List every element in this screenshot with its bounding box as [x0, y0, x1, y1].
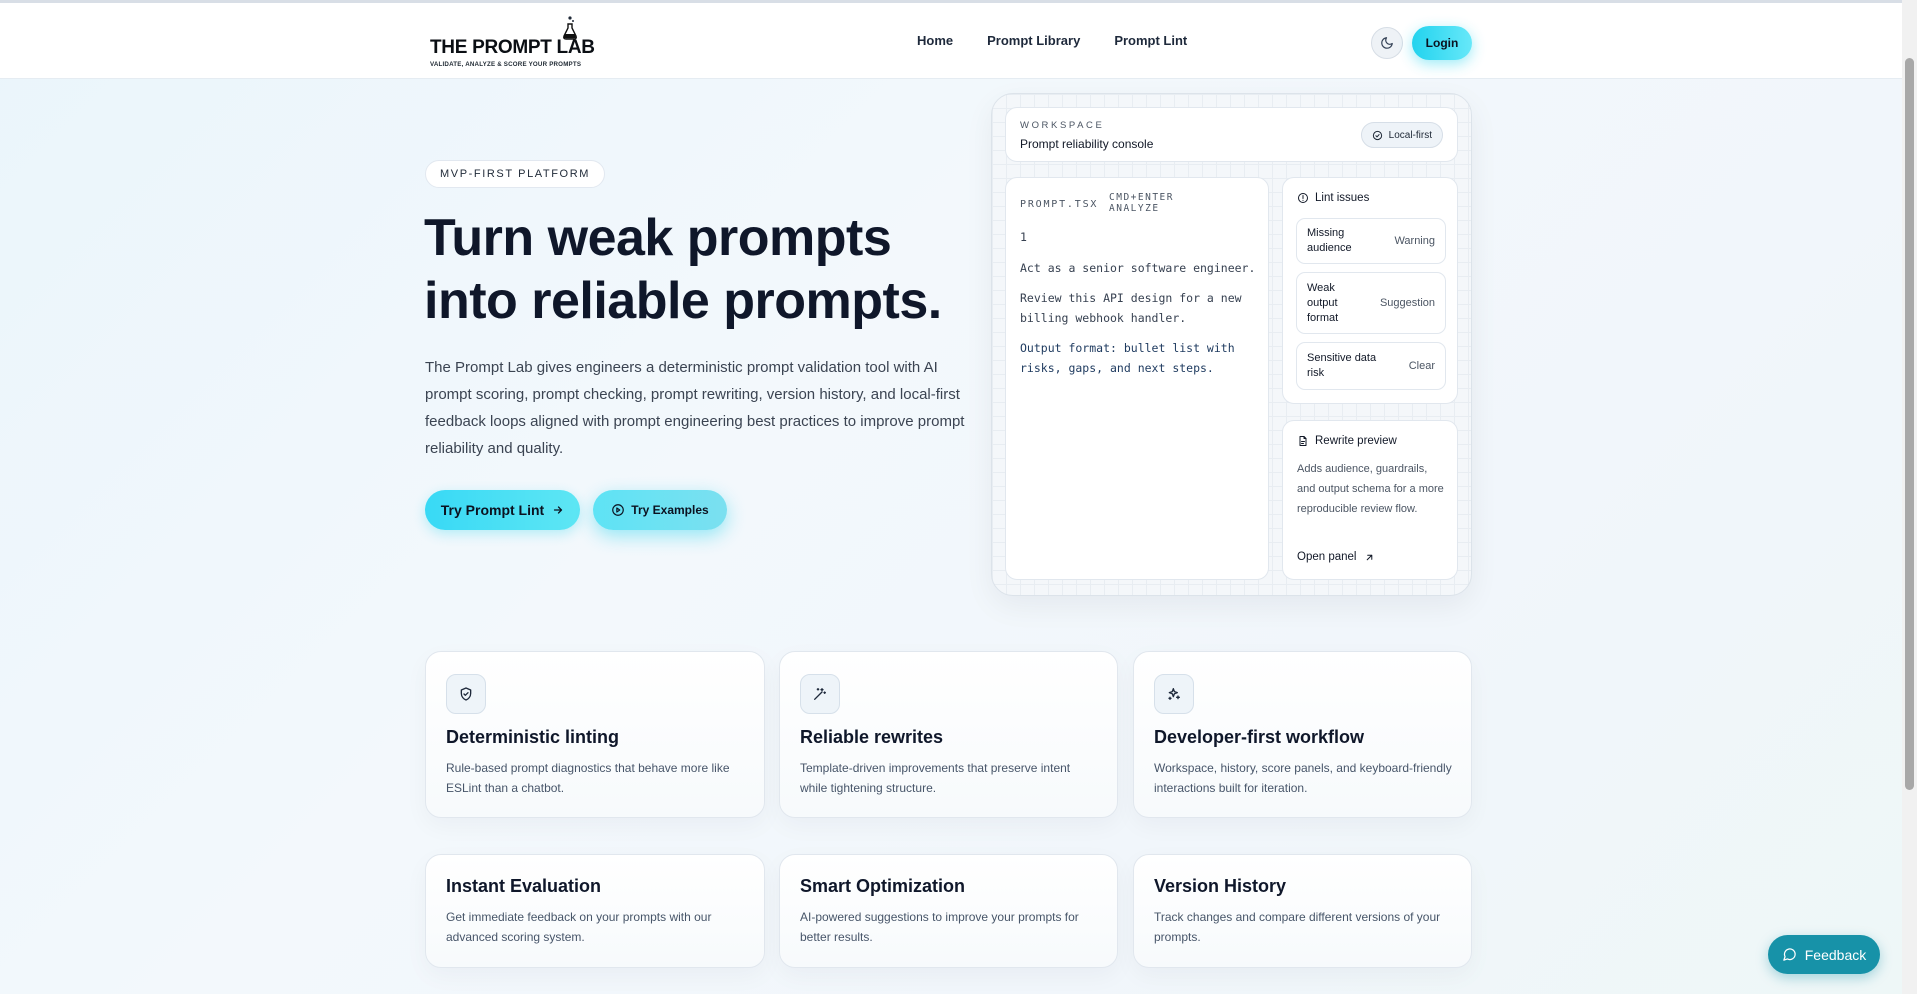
feature-card: Reliable rewrites Template-driven improv… — [779, 651, 1118, 818]
feature-description: Get immediate feedback on your prompts w… — [446, 910, 712, 944]
lint-issue-item[interactable]: Weak output format Suggestion — [1296, 272, 1446, 334]
workspace-panel: WORKSPACE Prompt reliability console Loc… — [1005, 107, 1458, 162]
editor-shortcut-hint: CMD+ENTER ANALYZE — [1109, 192, 1174, 214]
feature-description: Workspace, history, score panels, and ke… — [1154, 761, 1452, 795]
arrow-up-right-icon — [1367, 554, 1373, 560]
logo-subtitle: VALIDATE, ANALYZE & SCORE YOUR PROMPTS — [430, 61, 582, 68]
check-circle-icon — [1372, 130, 1382, 140]
editor-line-number: 1 — [1020, 230, 1027, 244]
editor-line: Review this API design for a new billing… — [1020, 291, 1242, 325]
main-nav: Home Prompt Library Prompt Lint — [917, 33, 1187, 48]
hero-title: Turn weak prompts into reliable prompts. — [424, 209, 942, 330]
feedback-button[interactable]: Feedback — [1768, 935, 1880, 974]
rewrite-preview-panel: Rewrite preview Adds audience, guardrail… — [1282, 420, 1458, 580]
editor-line: Output format: bullet list with risks, g… — [1020, 341, 1235, 375]
feature-description: Track changes and compare different vers… — [1154, 910, 1441, 944]
try-examples-button[interactable]: Try Examples — [593, 490, 727, 530]
open-panel-label: Open panel — [1297, 551, 1357, 563]
feedback-label: Feedback — [1804, 946, 1867, 963]
scrollbar-thumb[interactable] — [1905, 58, 1914, 790]
editor-line: Act as a senior software engineer. — [1020, 261, 1256, 275]
hero-description: The Prompt Lab gives engineers a determi… — [425, 359, 965, 457]
lint-issue-severity: Clear — [1408, 360, 1435, 372]
lint-issue-name: Weak output format — [1307, 281, 1339, 324]
feature-description: Rule-based prompt diagnostics that behav… — [446, 761, 730, 795]
workspace-title: Prompt reliability console — [1020, 137, 1154, 151]
nav-home[interactable]: Home — [917, 33, 953, 48]
lint-issue-severity: Suggestion — [1379, 297, 1435, 309]
feature-description: Template-driven improvements that preser… — [800, 761, 1071, 795]
logo-title: THE PROMPT LAB — [430, 37, 595, 58]
rewrite-preview-body: Adds audience, guardrails, and output sc… — [1297, 463, 1444, 515]
editor-content[interactable]: Act as a senior software engineer. Revie… — [1020, 258, 1260, 388]
feature-card: Smart Optimization AI-powered suggestion… — [779, 854, 1118, 968]
feature-description: AI-powered suggestions to improve your p… — [800, 910, 1079, 944]
nav-prompt-lint[interactable]: Prompt Lint — [1114, 33, 1187, 48]
play-circle-icon — [612, 504, 625, 516]
hero-badge: MVP-FIRST PLATFORM — [425, 160, 606, 188]
login-button[interactable]: Login — [1412, 26, 1472, 60]
feature-title: Smart Optimization — [800, 876, 966, 896]
feature-title: Deterministic linting — [446, 727, 620, 747]
prompt-console-preview: WORKSPACE Prompt reliability console Loc… — [991, 93, 1472, 596]
nav-prompt-library[interactable]: Prompt Library — [987, 33, 1080, 48]
lint-issue-name: Missing audience — [1307, 227, 1352, 254]
open-panel-link[interactable]: Open panel — [1297, 551, 1375, 563]
try-examples-label: Try Examples — [631, 503, 709, 517]
prompt-editor[interactable]: PROMPT.TSX CMD+ENTER ANALYZE 1 Act as a … — [1005, 177, 1269, 580]
lint-issue-severity: Warning — [1394, 235, 1435, 247]
lint-issues-title: Lint issues — [1315, 192, 1370, 204]
message-circle-icon — [1783, 948, 1796, 961]
shield-check-icon — [446, 674, 486, 714]
feature-card: Deterministic linting Rule-based prompt … — [425, 651, 765, 818]
file-text-icon — [1299, 436, 1307, 446]
feature-card: Developer-first workflow Workspace, hist… — [1133, 651, 1472, 818]
site-header: THE PROMPT LAB VALIDATE, ANALYZE & SCORE… — [0, 3, 1902, 79]
moon-icon — [1381, 37, 1393, 49]
feature-card: Version History Track changes and compar… — [1133, 854, 1472, 968]
try-prompt-lint-label: Try Prompt Lint — [440, 502, 545, 518]
rewrite-preview-title: Rewrite preview — [1315, 435, 1397, 447]
feature-title: Instant Evaluation — [446, 876, 602, 896]
scrollbar[interactable] — [1902, 0, 1917, 994]
workspace-label: WORKSPACE — [1020, 120, 1105, 131]
local-first-badge: Local-first — [1360, 122, 1443, 148]
site-logo[interactable]: THE PROMPT LAB VALIDATE, ANALYZE & SCORE… — [430, 15, 600, 71]
lint-issues-panel: Lint issues Missing audience Warning Wea… — [1282, 177, 1458, 404]
local-first-label: Local-first — [1388, 129, 1432, 141]
feature-title: Reliable rewrites — [800, 727, 944, 747]
alert-circle-icon — [1298, 193, 1308, 203]
try-prompt-lint-button[interactable]: Try Prompt Lint — [425, 490, 580, 530]
rewrite-preview-header: Rewrite preview — [1297, 435, 1397, 447]
lint-issue-item[interactable]: Missing audience Warning — [1296, 218, 1446, 264]
sparkles-icon — [1154, 674, 1194, 714]
lint-issue-name: Sensitive data risk — [1307, 352, 1377, 379]
magic-wand-icon — [800, 674, 840, 714]
feature-title: Developer-first workflow — [1154, 727, 1365, 747]
editor-file-name: PROMPT.TSX — [1020, 199, 1099, 210]
arrow-right-icon — [554, 506, 563, 514]
feature-card: Instant Evaluation Get immediate feedbac… — [425, 854, 765, 968]
feature-title: Version History — [1154, 876, 1287, 896]
theme-toggle-button[interactable] — [1371, 27, 1403, 59]
lint-issues-header: Lint issues — [1297, 192, 1369, 204]
lint-issue-item[interactable]: Sensitive data risk Clear — [1296, 342, 1446, 390]
